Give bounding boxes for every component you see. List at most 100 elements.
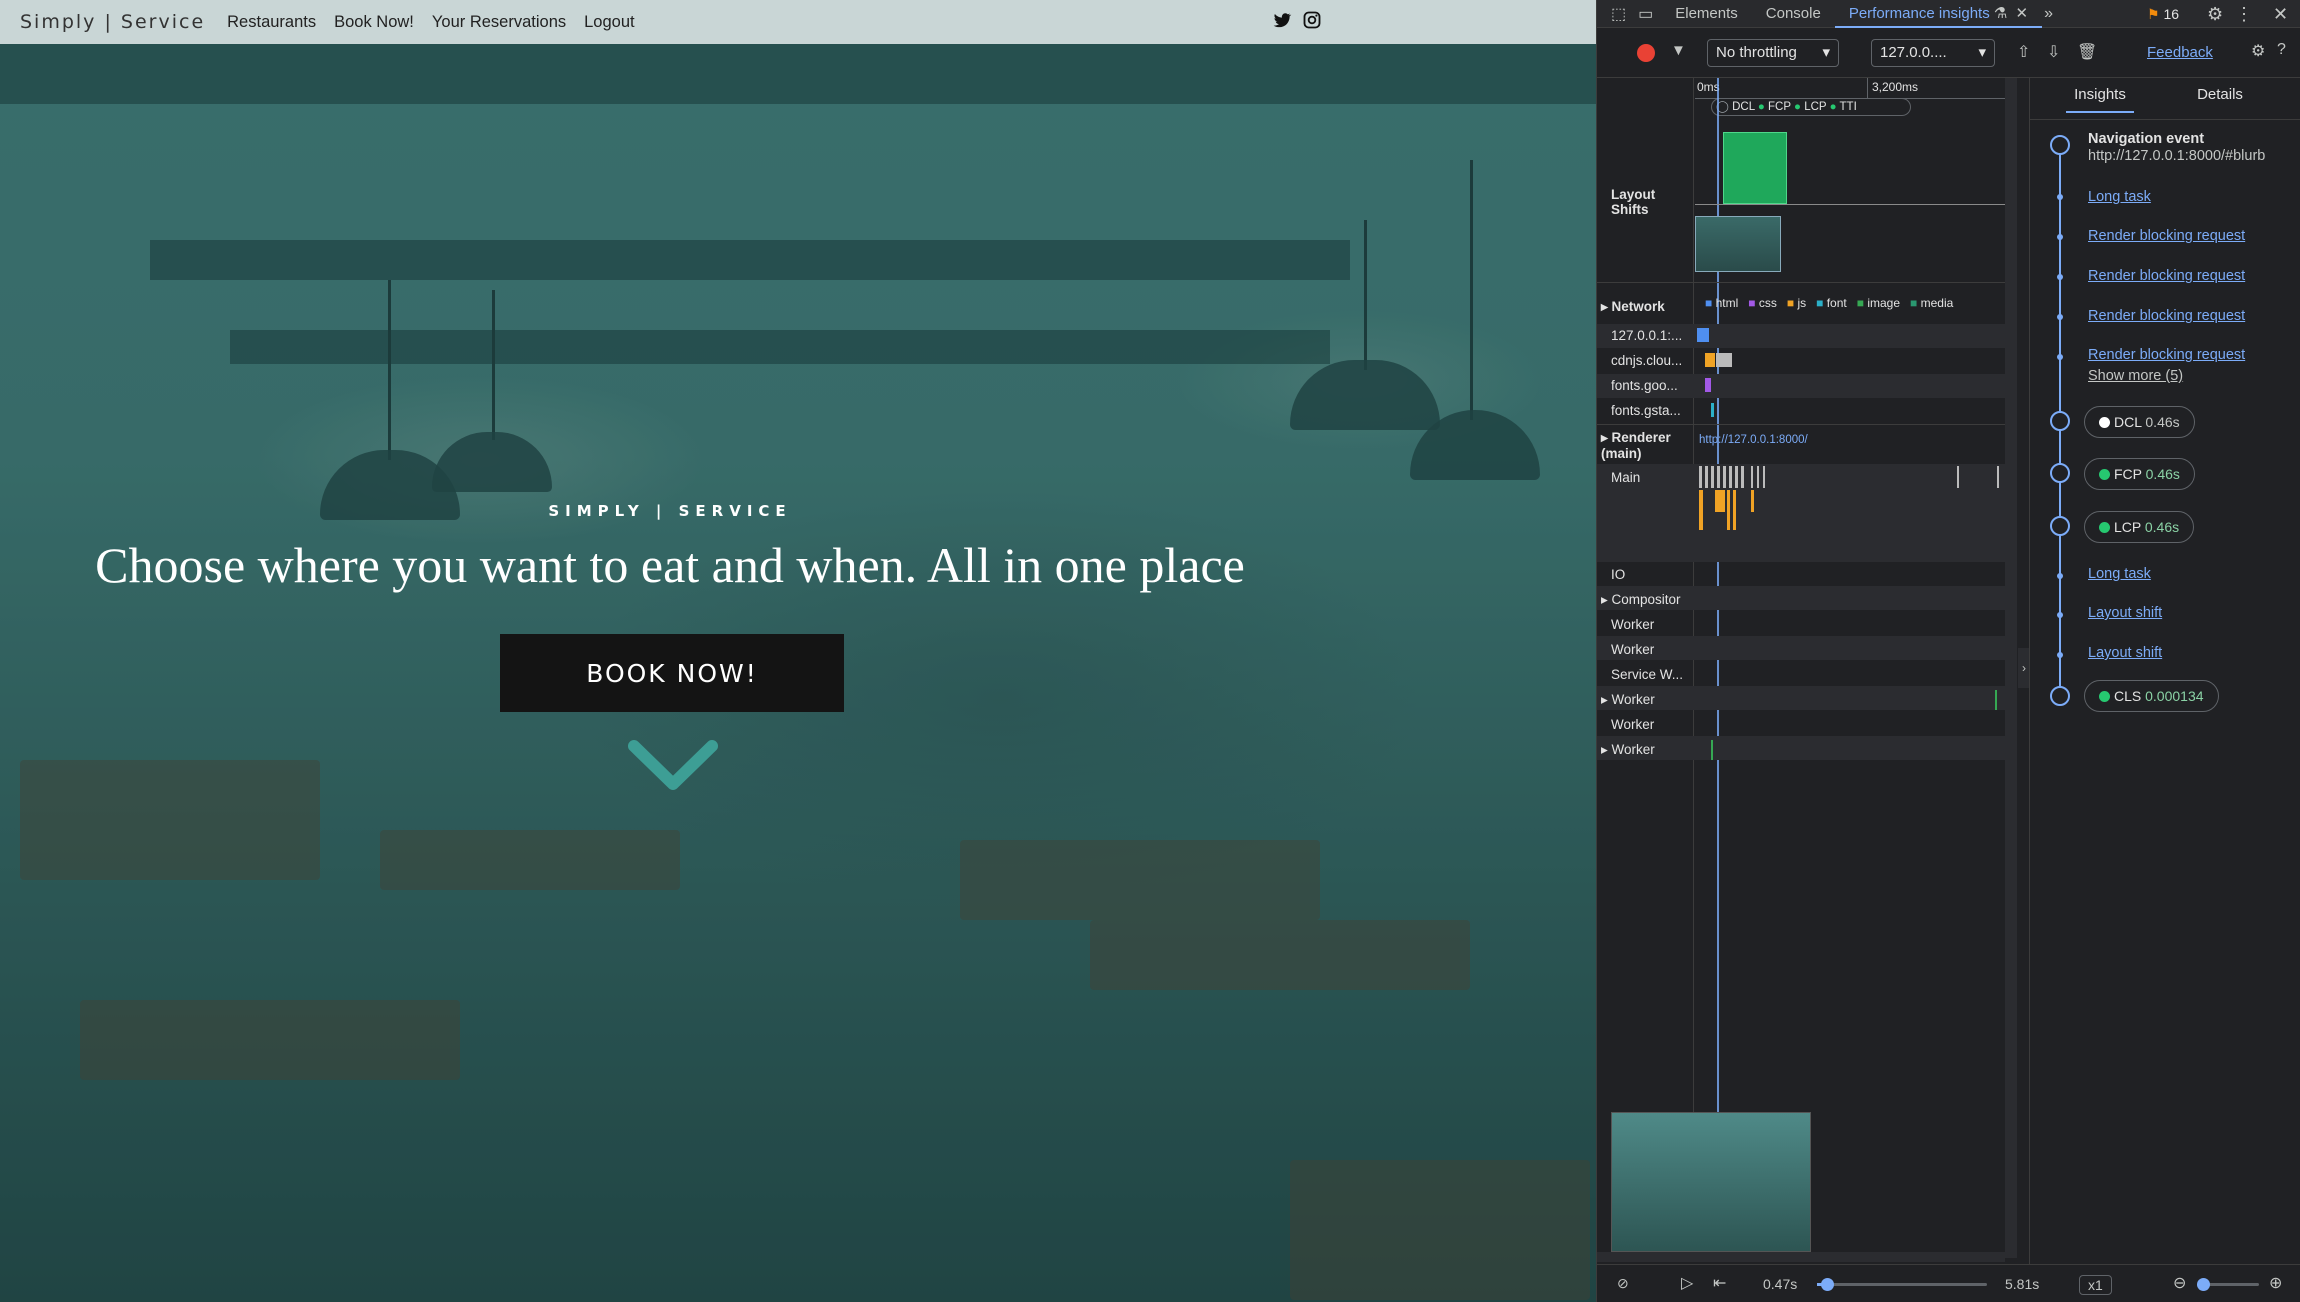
close-devtools-icon[interactable]: ✕ [2273,4,2288,25]
tab-console[interactable]: Console [1752,0,1835,28]
main-task-blocks[interactable] [1751,466,1767,488]
jump-to-start-icon[interactable]: ⇤ [1713,1273,1726,1293]
tab-performance-insights[interactable]: Performance insights ⚗ ✕ [1834,0,2043,28]
network-host-2[interactable]: cdnjs.clou... [1611,353,1682,368]
main-task[interactable] [1997,466,1999,488]
insight-long-task[interactable]: Long task [2088,189,2151,205]
book-now-button[interactable]: BOOK NOW! [500,634,844,712]
vertical-scrollbar[interactable] [2005,78,2017,1258]
inspect-element-icon[interactable]: ⬚ [1611,4,1626,24]
zoom-slider[interactable] [2197,1278,2259,1291]
script-task[interactable] [1727,490,1730,530]
tab-performance-insights-label: Performance insights [1848,4,1990,22]
thread-worker[interactable]: ▸ Worker [1601,742,1655,758]
worker-task[interactable] [1995,690,1997,710]
nav-your-reservations[interactable]: Your Reservations [432,13,566,32]
url-select[interactable]: 127.0.0.... ▾ [1871,39,1995,67]
main-task[interactable] [1957,466,1959,488]
ruler-mid: 3,200ms [1872,80,1919,94]
help-icon[interactable]: ? [2277,41,2286,59]
metric-dcl[interactable]: DCL 0.46s [2084,406,2195,438]
insight-render-blocking[interactable]: Render blocking request [2088,308,2245,324]
track-renderer[interactable]: ▸ Renderer (main) [1601,430,1681,461]
play-icon[interactable]: ▷ [1681,1273,1693,1293]
feedback-link[interactable]: Feedback [2147,44,2213,61]
throttling-select[interactable]: No throttling ▾ [1707,39,1839,67]
issues-badge[interactable]: ⚑ 16 [2147,6,2179,23]
nav-book-now[interactable]: Book Now! [334,13,414,32]
thread-worker[interactable]: ▸ Worker [1601,692,1655,708]
network-host-4[interactable]: fonts.gsta... [1611,403,1681,418]
zoom-slider-thumb[interactable] [2197,1278,2210,1291]
nav-logout[interactable]: Logout [584,13,634,32]
insight-layout-shift[interactable]: Layout shift [2088,605,2162,621]
renderer-url[interactable]: http://127.0.0.1:8000/ [1699,434,1808,446]
twitter-icon[interactable] [1272,10,1292,30]
download-icon[interactable]: ⇩ [2047,42,2060,62]
instagram-icon[interactable] [1302,10,1322,30]
script-task[interactable] [1751,490,1754,512]
layout-shift-thumbnail[interactable] [1695,216,1781,272]
delete-icon[interactable]: 🗑 [2077,42,2097,62]
metric-node [2050,411,2070,431]
main-task-blocks[interactable] [1699,466,1747,488]
insight-render-blocking[interactable]: Render blocking request [2088,268,2245,284]
track-network[interactable]: ▸ Network [1601,299,1665,315]
record-dropdown-icon[interactable]: ▼ [1671,42,1686,59]
thread-stripe [1597,636,2017,660]
playback-slider[interactable] [1817,1278,1987,1291]
playback-slider-thumb[interactable] [1821,1278,1834,1291]
network-host-3[interactable]: fonts.goo... [1611,378,1678,393]
request-bar-js[interactable] [1705,353,1715,367]
horizontal-scrollbar[interactable] [1597,1252,2005,1262]
request-bar-css[interactable] [1705,378,1711,392]
nav-event-title: Navigation event [2088,131,2205,147]
metric-fcp[interactable]: FCP 0.46s [2084,458,2195,490]
network-host-1[interactable]: 127.0.0.1:... [1611,328,1682,343]
show-more-link[interactable]: Show more (5) [2088,368,2183,384]
scroll-down-chevron-icon[interactable] [628,740,718,796]
screenshot-thumbnail[interactable] [1611,1112,1811,1252]
insight-layout-shift[interactable]: Layout shift [2088,645,2162,661]
metric-dot-icon [2099,522,2110,533]
upload-icon[interactable]: ⇧ [2017,42,2030,62]
thread-compositor[interactable]: ▸ Compositor [1601,592,1681,608]
zoom-out-icon[interactable]: ⊖ [2173,1273,2186,1293]
metric-lcp-value: 0.46s [2144,519,2180,535]
script-task[interactable] [1699,490,1703,530]
zoom-in-icon[interactable]: ⊕ [2269,1273,2282,1293]
request-bar[interactable] [1716,353,1732,367]
insight-render-blocking[interactable]: Render blocking request [2088,347,2245,363]
metric-dcl-value: 0.46s [2145,414,2180,430]
site-brand[interactable]: Simply | Service [20,11,205,33]
tab-details[interactable]: Details [2180,86,2260,103]
insight-render-blocking[interactable]: Render blocking request [2088,228,2245,244]
request-bar-html[interactable] [1697,328,1709,342]
metric-cls[interactable]: CLS 0.000134 [2084,680,2219,712]
nav-restaurants[interactable]: Restaurants [227,13,316,32]
event-dot [2057,234,2063,240]
screenshots-toggle-icon[interactable]: ⊘ [1617,1275,1629,1292]
metric-lcp[interactable]: LCP 0.46s [2084,511,2195,543]
request-bar-font[interactable] [1711,403,1714,417]
more-tabs-icon[interactable]: » [2044,5,2053,23]
devtools-tabbar: ⬚ ▭ Elements Console Performance insight… [1597,0,2300,28]
script-task[interactable] [1733,490,1736,530]
tab-elements[interactable]: Elements [1661,0,1752,28]
record-icon[interactable] [1637,44,1655,62]
worker-task[interactable] [1711,740,1713,760]
thread-worker-label: Worker [1611,692,1655,707]
more-options-icon[interactable]: ⋮ [2235,4,2253,25]
close-tab-icon[interactable]: ✕ [2016,5,2029,22]
insight-long-task[interactable]: Long task [2088,566,2151,582]
layout-shift-box[interactable] [1723,132,1787,204]
playback-speed-select[interactable]: x1 [2079,1275,2112,1295]
experiment-flask-icon: ⚗ [1993,4,2008,22]
device-toolbar-icon[interactable]: ▭ [1638,4,1653,24]
capture-settings-icon[interactable]: ⚙ [2251,41,2265,61]
script-task[interactable] [1715,490,1725,512]
tab-insights[interactable]: Insights [2066,86,2134,113]
settings-gear-icon[interactable]: ⚙ [2207,4,2223,25]
marker-lcp: LCP [1804,101,1827,113]
legend-media-label: media [1920,296,1954,310]
